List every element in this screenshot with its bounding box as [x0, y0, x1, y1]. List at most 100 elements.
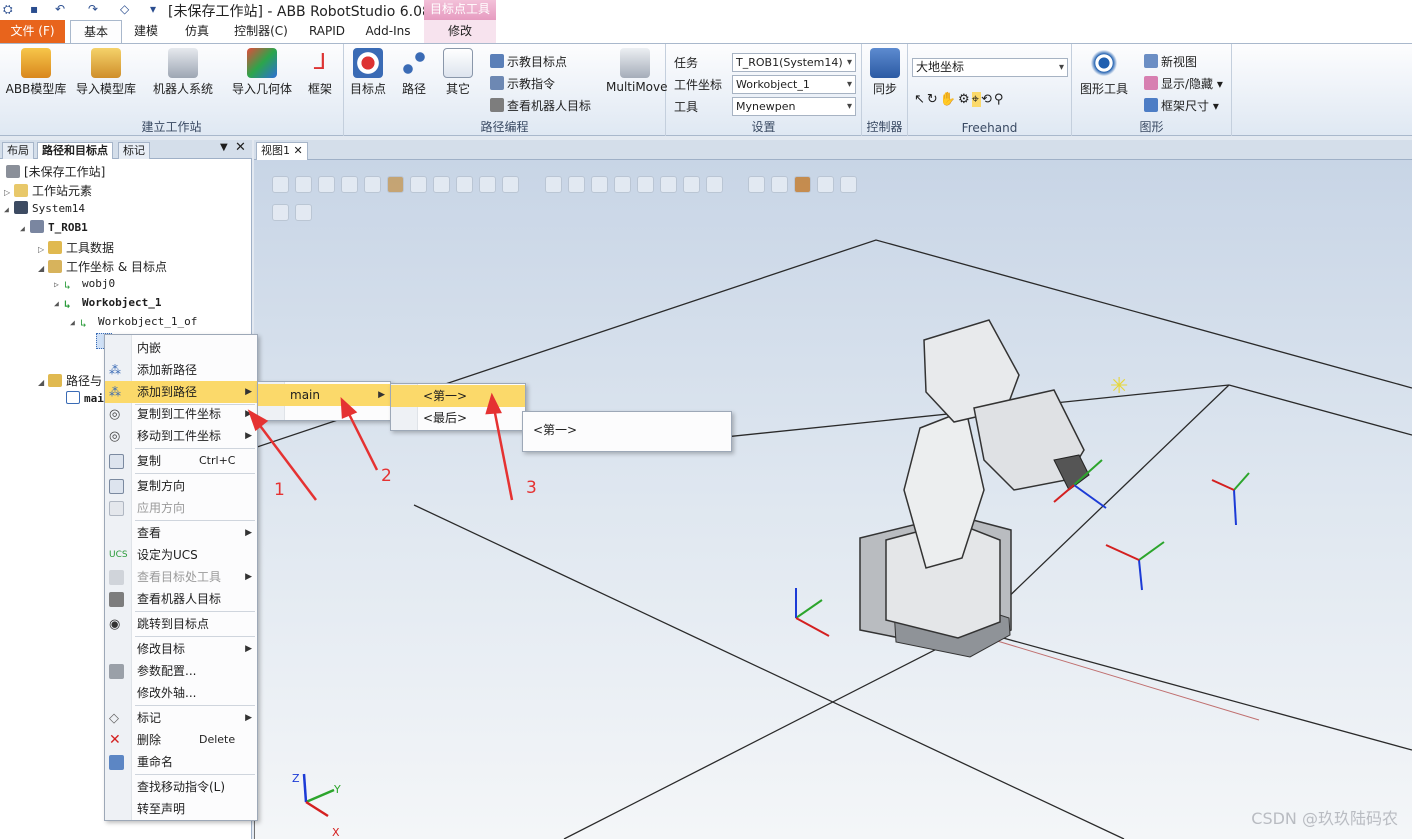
undo-icon[interactable]: ↶: [55, 2, 65, 16]
hand-icon[interactable]: ✋: [940, 92, 958, 107]
menu-item-goto-declaration[interactable]: 转至声明: [105, 798, 257, 820]
menu-item-copy[interactable]: 复制 Ctrl+C: [105, 450, 257, 472]
tab-paths-targets[interactable]: 路径和目标点: [37, 142, 113, 159]
menu-item-label: 查找移动指令(L): [137, 780, 226, 794]
expand-icon[interactable]: ▷: [38, 245, 48, 254]
3d-scene[interactable]: ✳ Y Z X CSDN @玖玖陆码农: [254, 160, 1412, 839]
frame-y-line: [1138, 541, 1165, 561]
tab-simulation[interactable]: 仿真: [175, 20, 219, 43]
collapse-icon[interactable]: ◢: [38, 378, 48, 387]
menu-item-rename[interactable]: 重命名: [105, 751, 257, 773]
teach-instruction-button[interactable]: 示教指令: [490, 75, 555, 92]
import-geometry-button[interactable]: 导入几何体: [226, 48, 298, 97]
tree-task[interactable]: ◢ T_ROB1: [20, 220, 88, 234]
path-label: 路径: [401, 82, 426, 96]
collapse-icon[interactable]: ◢: [20, 224, 30, 233]
tree-station[interactable]: [未保存工作站]: [6, 163, 105, 180]
menu-item-tag[interactable]: ◇ 标记 ▶: [105, 707, 257, 729]
sync-button[interactable]: 同步: [866, 48, 904, 97]
task-select[interactable]: T_ROB1(System14): [732, 53, 856, 72]
tree-station-elements[interactable]: ▷ 工作站元素: [4, 182, 92, 199]
menu-item-path-main[interactable]: main ▶: [258, 384, 390, 406]
tool-select[interactable]: Mynewpen: [732, 97, 856, 116]
close-icon[interactable]: ✕: [235, 140, 246, 155]
multimove-button[interactable]: MultiMove: [606, 48, 668, 94]
multi-robot-jog-icon[interactable]: ⚲: [994, 92, 1006, 107]
panel-menu-icon[interactable]: ▼: [220, 142, 228, 153]
new-view-button[interactable]: 新视图: [1144, 53, 1197, 70]
collapse-icon[interactable]: ◢: [38, 264, 48, 273]
tree-paths-procedures[interactable]: ◢ 路径与: [38, 372, 102, 389]
save-icon[interactable]: ▪: [30, 2, 38, 16]
path-button[interactable]: 路径: [394, 48, 434, 97]
menu-item-move-to-wobj[interactable]: ◎ 移动到工件坐标 ▶: [105, 425, 257, 447]
menu-item-find-move-instruction[interactable]: 查找移动指令(L): [105, 776, 257, 798]
menu-item-modify-target[interactable]: 修改目标 ▶: [105, 638, 257, 660]
menu-item-copy-to-wobj[interactable]: ◎ 复制到工件坐标 ▶: [105, 403, 257, 425]
tab-addins[interactable]: Add-Ins: [359, 20, 417, 43]
menu-separator: [135, 520, 255, 521]
panel-tabs: 布局 路径和目标点 标记 ▼ ✕: [0, 140, 252, 159]
tag-icon[interactable]: ◇: [120, 2, 129, 16]
menu-item-last[interactable]: <最后>: [391, 407, 525, 429]
menu-item-add-to-path[interactable]: ⁂ 添加到路径 ▶: [105, 381, 257, 403]
tree-tooldata[interactable]: ▷ 工具数据: [38, 239, 114, 256]
tree-main[interactable]: mai: [66, 391, 104, 405]
menu-item-view-tool-at-target[interactable]: 查看目标处工具 ▶: [105, 566, 257, 588]
tab-tags[interactable]: 标记: [118, 142, 150, 159]
menu-item-view[interactable]: 查看 ▶: [105, 522, 257, 544]
show-hide-button[interactable]: 显示/隐藏 ▾: [1144, 75, 1223, 92]
tab-layout[interactable]: 布局: [2, 142, 34, 159]
menu-item-delete[interactable]: ✕ 删除 Delete: [105, 729, 257, 751]
tree-workobject-1-of[interactable]: ◢ ↳ Workobject_1_of: [70, 315, 197, 330]
jog-joint-icon[interactable]: ⚙: [958, 92, 972, 107]
robot-system-button[interactable]: 机器人系统: [148, 48, 218, 97]
teach-target-button[interactable]: 示教目标点: [490, 53, 567, 70]
coordinate-system-select[interactable]: 大地坐标: [912, 58, 1068, 77]
menu-item-jump-to-target[interactable]: ◉ 跳转到目标点: [105, 613, 257, 635]
other-button[interactable]: 其它: [438, 48, 478, 97]
import-library-button[interactable]: 导入模型库: [70, 48, 142, 97]
expand-icon[interactable]: ▷: [4, 188, 14, 197]
select-pointer-icon[interactable]: ↖: [914, 92, 927, 107]
frame-size-button[interactable]: 框架尺寸 ▾: [1144, 97, 1219, 114]
menu-item-modify-external-axis[interactable]: 修改外轴...: [105, 682, 257, 704]
frame-button[interactable]: ⅃ 框架: [302, 48, 338, 97]
expand-icon[interactable]: ▷: [54, 280, 64, 289]
wobj-select[interactable]: Workobject_1: [732, 75, 856, 94]
target-button[interactable]: 目标点: [346, 48, 390, 97]
jog-reorient-icon[interactable]: ⟲: [981, 92, 994, 107]
tab-modeling[interactable]: 建模: [124, 20, 168, 43]
menu-item-inline[interactable]: 内嵌: [105, 337, 257, 359]
menu-item-config[interactable]: 参数配置...: [105, 660, 257, 682]
tab-modify[interactable]: 修改: [424, 20, 496, 43]
tab-home[interactable]: 基本: [70, 20, 122, 43]
redo-icon[interactable]: ↷: [88, 2, 98, 16]
menu-item-view-robot-target[interactable]: 查看机器人目标: [105, 588, 257, 610]
tree-system[interactable]: ◢ System14: [4, 201, 85, 215]
tab-controller[interactable]: 控制器(C): [226, 20, 296, 43]
customize-dropdown-icon[interactable]: ▾: [150, 2, 156, 16]
rotate-icon[interactable]: ↻: [927, 92, 940, 107]
tree-workobject-1[interactable]: ◢ ↳ Workobject_1: [54, 296, 161, 311]
menu-item-set-ucs[interactable]: UCS 设定为UCS: [105, 544, 257, 566]
menu-item-add-new-path[interactable]: ⁂ 添加新路径: [105, 359, 257, 381]
collapse-icon[interactable]: ◢: [70, 318, 80, 327]
tooltip-text: <第一>: [533, 423, 578, 437]
collapse-icon[interactable]: ◢: [54, 299, 64, 308]
menu-item-first[interactable]: <第一>: [391, 385, 525, 407]
close-icon[interactable]: ✕: [294, 144, 303, 157]
menu-item-copy-orientation[interactable]: 复制方向: [105, 475, 257, 497]
menu-separator: [135, 705, 255, 706]
tab-view1[interactable]: 视图1 ✕: [256, 142, 308, 160]
menu-item-apply-orientation[interactable]: 应用方向: [105, 497, 257, 519]
collapse-icon[interactable]: ◢: [4, 205, 14, 214]
tab-rapid[interactable]: RAPID: [302, 20, 352, 43]
tree-wobj-targets[interactable]: ◢ 工作坐标 & 目标点: [38, 258, 167, 275]
graphics-tools-button[interactable]: 图形工具: [1074, 48, 1134, 97]
tree-wobj0[interactable]: ▷ ↳ wobj0: [54, 277, 115, 292]
tab-file[interactable]: 文件 (F): [0, 20, 65, 43]
view-robot-target-button[interactable]: 查看机器人目标: [490, 97, 591, 114]
jog-linear-icon[interactable]: ⌖: [971, 92, 981, 107]
abb-library-button[interactable]: ABB模型库: [4, 48, 68, 97]
